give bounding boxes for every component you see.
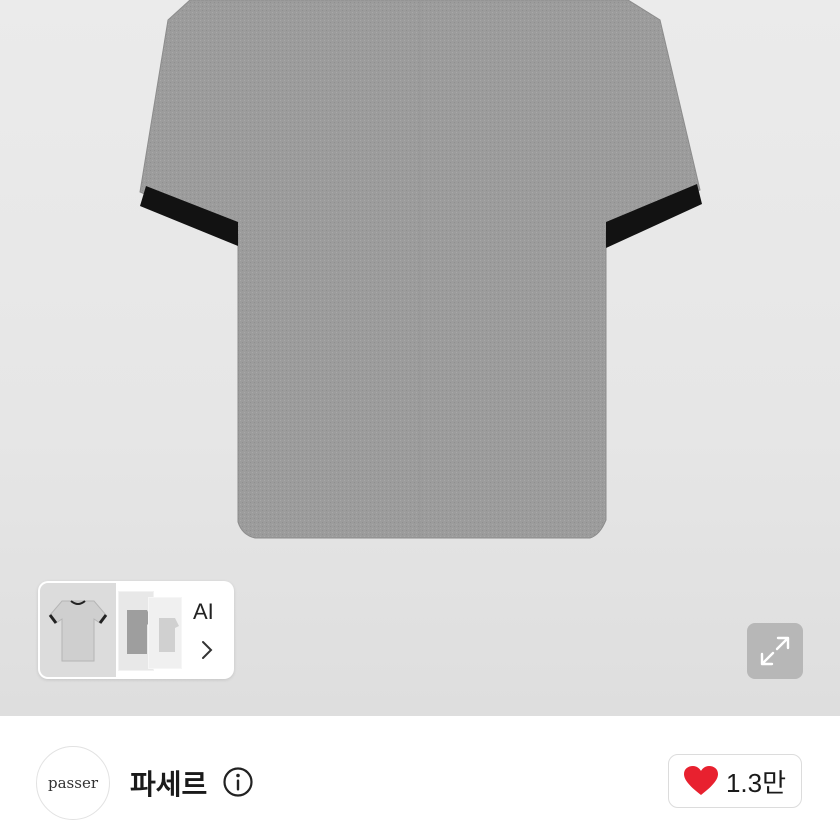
thumbnail-1 <box>40 583 116 677</box>
avatar-text: passer <box>48 774 98 792</box>
seller-avatar[interactable]: passer <box>36 746 110 820</box>
thumbnail-3 <box>148 597 182 669</box>
heart-icon <box>683 766 718 795</box>
ai-similar-products-card[interactable]: AI <box>38 581 234 679</box>
chevron-right-icon <box>202 641 213 659</box>
seller-bar: passer 파세르 1.3만 <box>0 716 840 840</box>
ai-label: AI <box>193 599 214 624</box>
product-image-gallery[interactable]: AI <box>0 0 840 716</box>
expand-icon <box>760 636 790 666</box>
ai-thumbnails <box>40 583 216 677</box>
seller-name[interactable]: 파세르 <box>130 763 207 803</box>
like-button[interactable]: 1.3만 <box>668 754 802 808</box>
like-count: 1.3만 <box>725 767 787 798</box>
info-icon[interactable] <box>222 766 254 798</box>
expand-image-button[interactable] <box>747 623 803 679</box>
